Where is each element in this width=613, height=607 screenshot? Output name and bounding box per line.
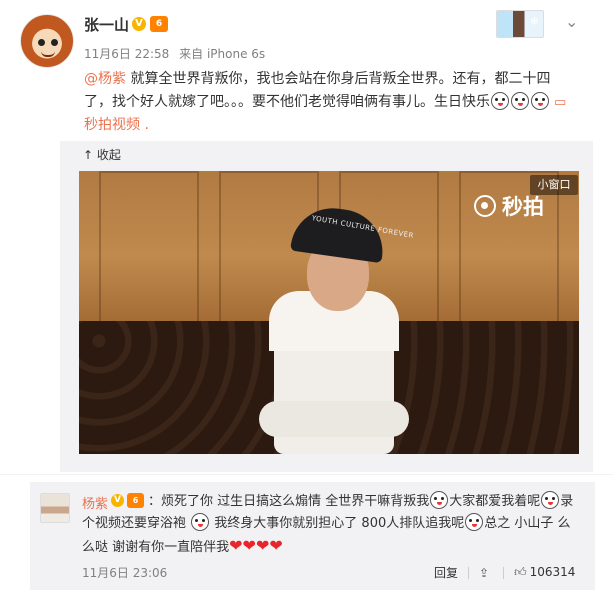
doge-emoji-icon [430, 491, 449, 509]
vip-badge-icon[interactable]: 6 [127, 493, 144, 508]
heart-emoji-icon: ❤❤❤❤ [229, 536, 283, 555]
commenter-avatar[interactable] [40, 493, 70, 523]
doge-emoji-icon [465, 513, 484, 531]
video-icon: ▭ [554, 95, 567, 110]
thumbs-up-icon: 👍︎ [514, 565, 527, 579]
miaopai-logo-icon [474, 195, 496, 217]
video-link-dot: . [140, 117, 149, 133]
author-name[interactable]: 张一山 [84, 14, 129, 35]
post-source: 来自 iPhone 6s [179, 47, 266, 61]
mention-link[interactable]: @杨紫 [84, 71, 126, 87]
doge-emoji-icon [531, 92, 549, 110]
comment-text-part: 我终身大事你就别担心了 800人排队追我呢 [214, 516, 465, 531]
video-link[interactable]: 秒拍视频 [84, 117, 140, 133]
comment-text-part: 大家都爱我着呢 [449, 494, 541, 509]
chevron-down-icon[interactable]: ⌄ [565, 12, 578, 31]
avatar-mouth [41, 51, 55, 57]
avatar-eye-left [38, 39, 45, 46]
post-text: @杨紫 就算全世界背叛你，我也会站在你身后背叛全世界。还有，都二十四了，找个好人… [84, 68, 574, 137]
post-meta: 11月6日 22:58 来自 iPhone 6s [84, 45, 271, 62]
miaopai-logo: 秒拍 [474, 191, 544, 221]
verified-badge-icon[interactable]: V [132, 17, 146, 31]
collapse-button[interactable]: ↑ 收起 [83, 146, 121, 163]
miaopai-brand-text: 秒拍 [502, 195, 544, 219]
wall-panel [99, 171, 199, 331]
avatar-eye-right [51, 39, 58, 46]
comment-actions: 回复 ⇪ 👍︎ 106314 [434, 564, 575, 581]
commenter-name[interactable]: 杨紫 [82, 493, 108, 512]
vip-badge-icon[interactable]: 6 [150, 16, 168, 32]
verified-badge-icon[interactable]: V [111, 494, 124, 507]
comment-text-part: ：烦死了你 过生日搞这么煽情 全世界干嘛背叛我 [148, 494, 430, 509]
person-arms [259, 401, 409, 437]
doge-emoji-icon [491, 92, 509, 110]
post-body: 就算全世界背叛你，我也会站在你身后背叛全世界。还有，都二十四了，找个好人就嫁了吧… [84, 71, 551, 110]
post-date[interactable]: 11月6日 22:58 [84, 47, 169, 61]
arrow-up-icon: ↑ [83, 148, 94, 162]
like-button[interactable]: 👍︎ 106314 [514, 565, 575, 580]
doge-emoji-icon [511, 92, 529, 110]
author-avatar[interactable] [20, 14, 74, 68]
divider [0, 474, 613, 475]
collapse-label: 收起 [96, 148, 121, 162]
doge-emoji-icon [541, 491, 560, 509]
profile-card-icon[interactable]: ❄ [496, 10, 544, 38]
reply-button[interactable]: 回复 [434, 564, 458, 581]
doge-emoji-icon [191, 513, 210, 531]
like-count: 106314 [529, 565, 576, 579]
share-icon[interactable]: ⇪ [479, 566, 489, 580]
comment-text: ：烦死了你 过生日搞这么煽情 全世界干嘛背叛我 大家都爱我着呢 录个视频还要穿浴袍 … [82, 491, 582, 559]
comment-time[interactable]: 11月6日 23:06 [82, 564, 167, 581]
action-divider [503, 566, 505, 579]
action-divider [468, 566, 470, 579]
